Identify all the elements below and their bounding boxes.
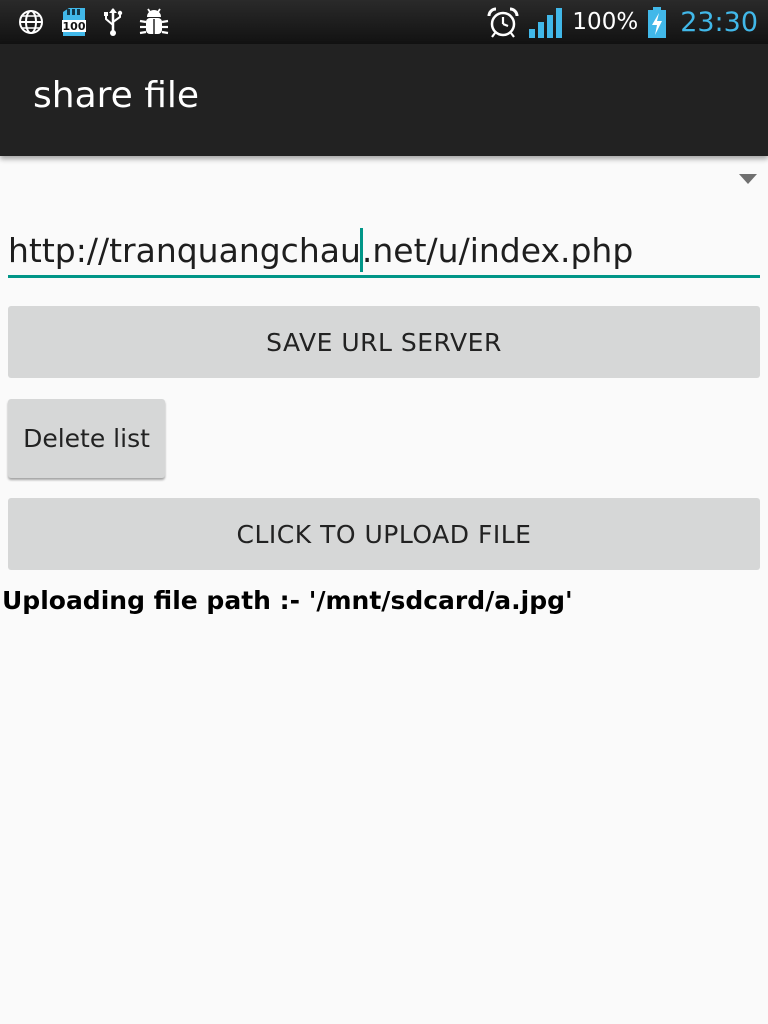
signal-icon — [528, 7, 564, 38]
upload-file-button[interactable]: CLICK TO UPLOAD FILE — [8, 498, 760, 570]
server-spinner[interactable] — [0, 156, 768, 200]
clock: 23:30 — [680, 6, 758, 38]
upload-path-label: Uploading file path :- '/mnt/sdcard/a.jp… — [2, 586, 573, 615]
alarm-icon — [486, 7, 520, 38]
battery-percent: 100% — [572, 9, 639, 35]
usb-icon — [102, 7, 124, 37]
battery-charging-icon — [646, 7, 668, 38]
action-bar: share file — [0, 44, 768, 156]
delete-list-button[interactable]: Delete list — [8, 399, 165, 478]
url-input[interactable]: http://tranquangchau.net/u/index.php — [8, 222, 760, 278]
android-debug-icon — [138, 7, 170, 37]
globe-icon — [16, 7, 46, 37]
status-bar-left: 100 — [16, 6, 170, 38]
sd-card-100-icon: 100 — [60, 7, 88, 37]
url-text-before-caret: http://tranquangchau — [8, 231, 361, 270]
status-bar-right: 100% 23:30 — [486, 6, 758, 38]
svg-text:100: 100 — [63, 20, 86, 33]
status-bar: 100 100% 23:30 — [0, 0, 768, 44]
url-input-text[interactable]: http://tranquangchau.net/u/index.php — [8, 228, 633, 272]
app-title: share file — [33, 75, 200, 116]
dropdown-arrow-icon[interactable] — [739, 174, 757, 184]
save-url-server-button[interactable]: SAVE URL SERVER — [8, 306, 760, 378]
url-text-after-caret: .net/u/index.php — [361, 231, 634, 270]
